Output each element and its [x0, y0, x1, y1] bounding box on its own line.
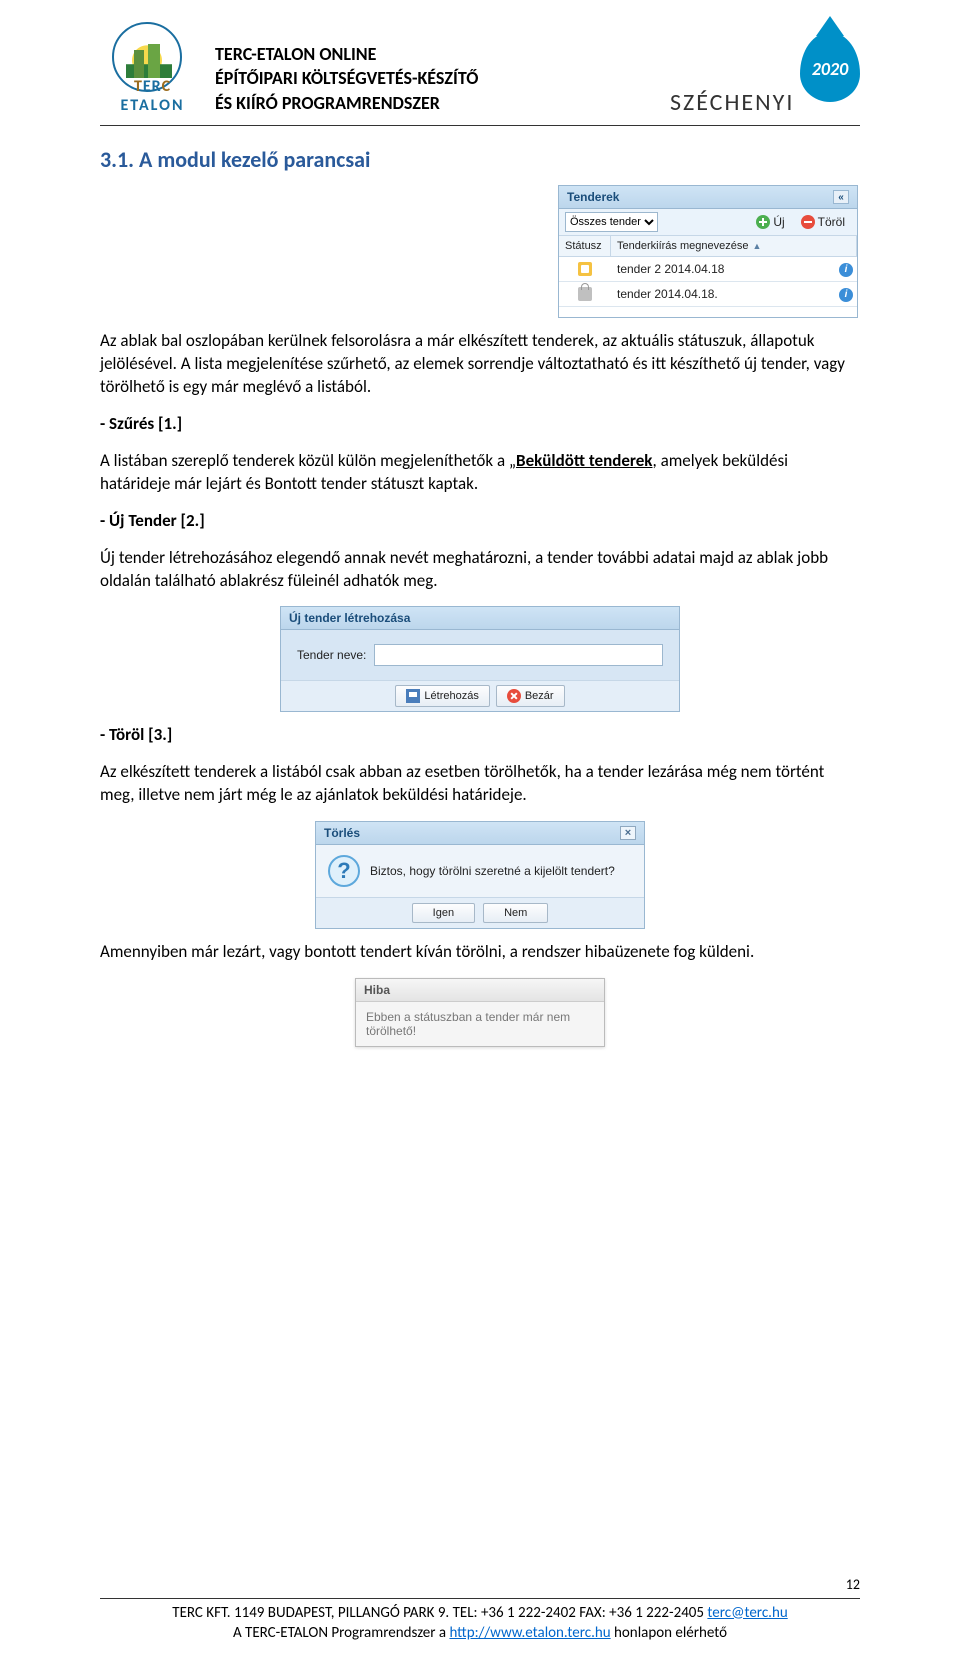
col-name[interactable]: Tenderkiírás megnevezése ▲ [611, 236, 857, 256]
szechenyi-drop-icon: 2020 [800, 32, 860, 102]
status-locked-icon [578, 287, 592, 301]
szures-text-a: A listában szereplő tenderek közül külön… [100, 450, 516, 471]
new-button-label: Új [773, 215, 784, 229]
delete-dialog-titlebar: Törlés × [316, 822, 644, 845]
delete-dialog-title: Törlés [324, 826, 360, 840]
header-line1: TERC-ETALON ONLINE [215, 43, 376, 65]
tender-name-cell: tender 2014.04.18. [611, 283, 833, 305]
footer-url-link[interactable]: http://www.etalon.terc.hu [449, 1624, 610, 1642]
footer-line2-suffix: honlapon elérhető [611, 1624, 727, 1642]
tender-filter-select[interactable]: Összes tender [565, 212, 658, 232]
col-status[interactable]: Státusz [559, 236, 611, 256]
tender-grid-header: Státusz Tenderkiírás megnevezése ▲ [559, 236, 857, 257]
delete-dialog-buttons: Igen Nem [316, 897, 644, 928]
szechenyi-year: 2020 [800, 58, 860, 80]
page-header: TERC ETALON TERC-ETALON ONLINE ÉPÍTŐIPAR… [100, 20, 860, 126]
error-box-message: Ebben a státuszban a tender már nem törö… [356, 1002, 604, 1046]
delete-confirm-dialog: Törlés × ? Biztos, hogy törölni szeretné… [315, 821, 645, 929]
after-delete-paragraph: Amennyiben már lezárt, vagy bontott tend… [100, 941, 860, 964]
logo-letter-t: T [134, 77, 143, 96]
tenderek-panel-titlebar: Tenderek « [559, 186, 857, 209]
terc-logo: TERC ETALON [100, 20, 205, 115]
close-button-label: Bezár [525, 690, 554, 702]
footer-address: TERC KFT. 1149 BUDAPEST, PILLANGÓ PARK 9… [172, 1604, 707, 1622]
plus-icon [756, 215, 770, 229]
new-tender-dialog: Új tender létrehozása Tender neve: Létre… [280, 606, 680, 712]
table-row[interactable]: tender 2014.04.18. i [559, 282, 857, 307]
delete-button-label: Töröl [818, 215, 845, 229]
tender-name-cell: tender 2 2014.04.18 [611, 258, 833, 280]
delete-dialog-message: Biztos, hogy törölni szeretné a kijelölt… [370, 864, 615, 878]
footer-email-link[interactable]: terc@terc.hu [707, 1604, 787, 1622]
yes-button[interactable]: Igen [412, 903, 475, 923]
logo-etalon-text: ETALON [120, 96, 184, 115]
sort-asc-icon: ▲ [752, 241, 761, 251]
szures-paragraph: A listában szereplő tenderek közül külön… [100, 450, 860, 496]
tenderek-toolbar: Összes tender Új Töröl [559, 209, 857, 236]
footer-line2-prefix: A TERC-ETALON Programrendszer a [233, 1624, 449, 1642]
close-button[interactable]: Bezár [496, 685, 565, 707]
status-open-icon [578, 262, 592, 276]
create-button-label: Létrehozás [424, 690, 478, 702]
tenderek-panel-title: Tenderek [567, 190, 619, 204]
logo-letters-er: ER [143, 77, 162, 96]
page-number: 12 [846, 1576, 860, 1593]
tender-name-input[interactable] [374, 644, 663, 666]
szechenyi-badge: SZÉCHENYI 2020 [590, 20, 860, 117]
torol-paragraph: Az elkészített tenderek a listából csak … [100, 761, 860, 807]
new-tender-form-row: Tender neve: [281, 630, 679, 680]
logo-letter-c: C [162, 77, 171, 96]
new-tender-dialog-title: Új tender létrehozása [289, 611, 410, 625]
create-button[interactable]: Létrehozás [395, 685, 489, 707]
delete-dialog-body: ? Biztos, hogy törölni szeretné a kijelö… [316, 845, 644, 897]
new-tender-button[interactable]: Új [750, 212, 790, 232]
ujtender-paragraph: Új tender létrehozásához elegendő annak … [100, 547, 860, 593]
new-tender-button-bar: Létrehozás Bezár [281, 680, 679, 711]
no-button[interactable]: Nem [483, 903, 548, 923]
header-title-block: TERC-ETALON ONLINE ÉPÍTŐIPARI KÖLTSÉGVET… [215, 20, 580, 115]
szures-heading: - Szűrés [1.] [100, 413, 860, 436]
page-footer: TERC KFT. 1149 BUDAPEST, PILLANGÓ PARK 9… [100, 1598, 860, 1644]
intro-paragraph: Az ablak bal oszlopában kerülnek felsoro… [100, 330, 860, 399]
tenderek-panel: Tenderek « Összes tender Új Töröl Státus… [558, 185, 858, 318]
szechenyi-text: SZÉCHENYI [670, 88, 794, 117]
torol-heading: - Töröl [3.] [100, 724, 860, 747]
info-icon[interactable]: i [839, 263, 853, 277]
header-line2: ÉPÍTŐIPARI KÖLTSÉGVETÉS-KÉSZÍTŐ [215, 67, 478, 89]
header-line3: ÉS KIÍRÓ PROGRAMRENDSZER [215, 92, 440, 114]
save-icon [406, 689, 420, 703]
ujtender-heading: - Új Tender [2.] [100, 510, 860, 533]
dialog-close-button[interactable]: × [620, 826, 636, 840]
delete-tender-button[interactable]: Töröl [795, 212, 851, 232]
question-icon: ? [328, 855, 360, 887]
minus-icon [801, 215, 815, 229]
section-heading: 3.1. A modul kezelő parancsai [100, 146, 860, 173]
error-box: Hiba Ebben a státuszban a tender már nem… [355, 978, 605, 1047]
table-row[interactable]: tender 2 2014.04.18 i [559, 257, 857, 282]
error-box-title: Hiba [356, 979, 604, 1002]
info-icon[interactable]: i [839, 288, 853, 302]
panel-collapse-button[interactable]: « [833, 190, 849, 204]
new-tender-dialog-titlebar: Új tender létrehozása [281, 607, 679, 630]
szures-bold: Beküldött tenderek [516, 450, 652, 471]
close-icon [507, 689, 521, 703]
tender-name-label: Tender neve: [297, 648, 366, 662]
col-name-label: Tenderkiírás megnevezése [617, 240, 748, 252]
